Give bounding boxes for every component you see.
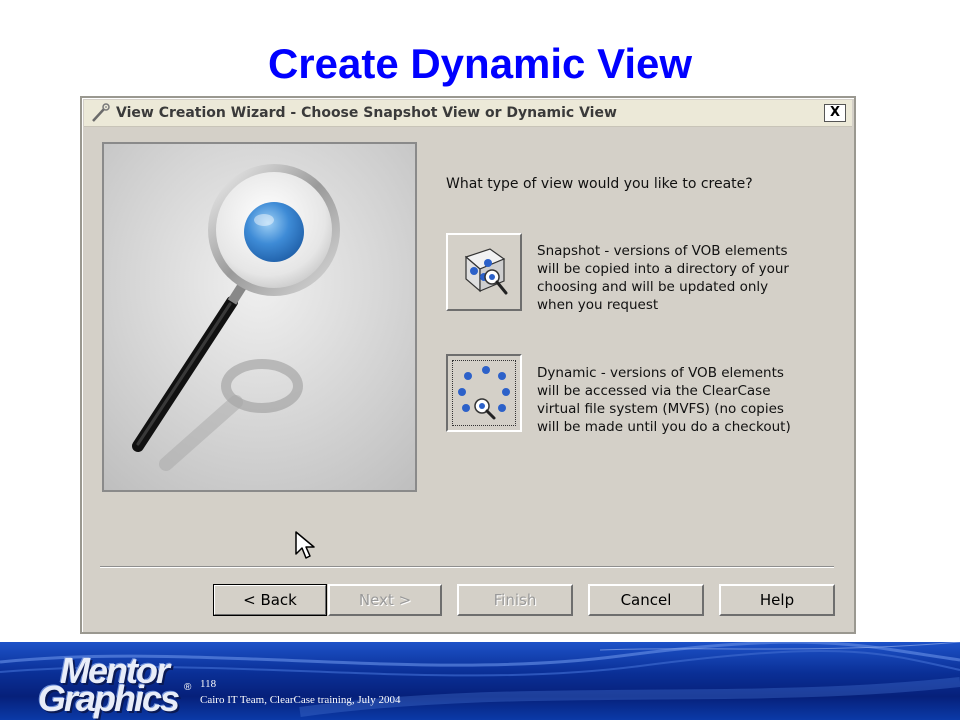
slide-title: Create Dynamic View <box>267 40 693 87</box>
wizard-wand-icon <box>92 103 110 122</box>
snapshot-view-icon <box>464 248 508 295</box>
next-button[interactable]: Next > <box>328 584 442 616</box>
snapshot-description-line: when you request <box>537 297 659 313</box>
page-number: 118 <box>200 678 217 690</box>
button-separator <box>100 566 834 568</box>
snapshot-view-button[interactable] <box>446 233 522 311</box>
dynamic-description: Dynamic - versions of VOB elements will … <box>537 364 827 436</box>
cancel-button[interactable]: Cancel <box>588 584 704 616</box>
dynamic-view-icon <box>458 366 510 420</box>
registered-mark: ® <box>184 682 192 693</box>
finish-button[interactable]: Finish <box>457 584 573 616</box>
snapshot-description-line: will be copied into a directory of your <box>537 261 789 277</box>
dynamic-description-line: Dynamic - versions of VOB elements <box>537 365 784 381</box>
magnifying-glass-icon <box>104 144 415 490</box>
view-type-question: What type of view would you like to crea… <box>446 176 753 192</box>
dynamic-description-line: will be accessed via the ClearCase <box>537 383 771 399</box>
dialog-title: View Creation Wizard - Choose Snapshot V… <box>116 105 617 121</box>
view-creation-wizard-dialog: View Creation Wizard - Choose Snapshot V… <box>80 96 856 634</box>
close-button[interactable]: X <box>824 104 846 122</box>
dynamic-description-line: virtual file system (MVFS) (no copies <box>537 401 784 417</box>
dialog-titlebar[interactable]: View Creation Wizard - Choose Snapshot V… <box>84 100 852 127</box>
footer-banner: Mentor Graphics ® 118 Cairo IT Team, Cle… <box>0 642 960 720</box>
logo-graphics-text: Graphics <box>38 678 180 719</box>
snapshot-description-line: choosing and will be updated only <box>537 279 769 295</box>
back-button[interactable]: < Back <box>213 584 327 616</box>
mouse-pointer-icon <box>295 531 315 559</box>
dynamic-view-button[interactable] <box>446 354 522 432</box>
wizard-illustration <box>102 142 417 492</box>
dynamic-description-line: will be made until you do a checkout) <box>537 419 791 435</box>
help-button[interactable]: Help <box>719 584 835 616</box>
footer-caption: Cairo IT Team, ClearCase training, July … <box>200 694 401 706</box>
snapshot-description: Snapshot - versions of VOB elements will… <box>537 242 827 314</box>
snapshot-description-line: Snapshot - versions of VOB elements <box>537 243 788 259</box>
